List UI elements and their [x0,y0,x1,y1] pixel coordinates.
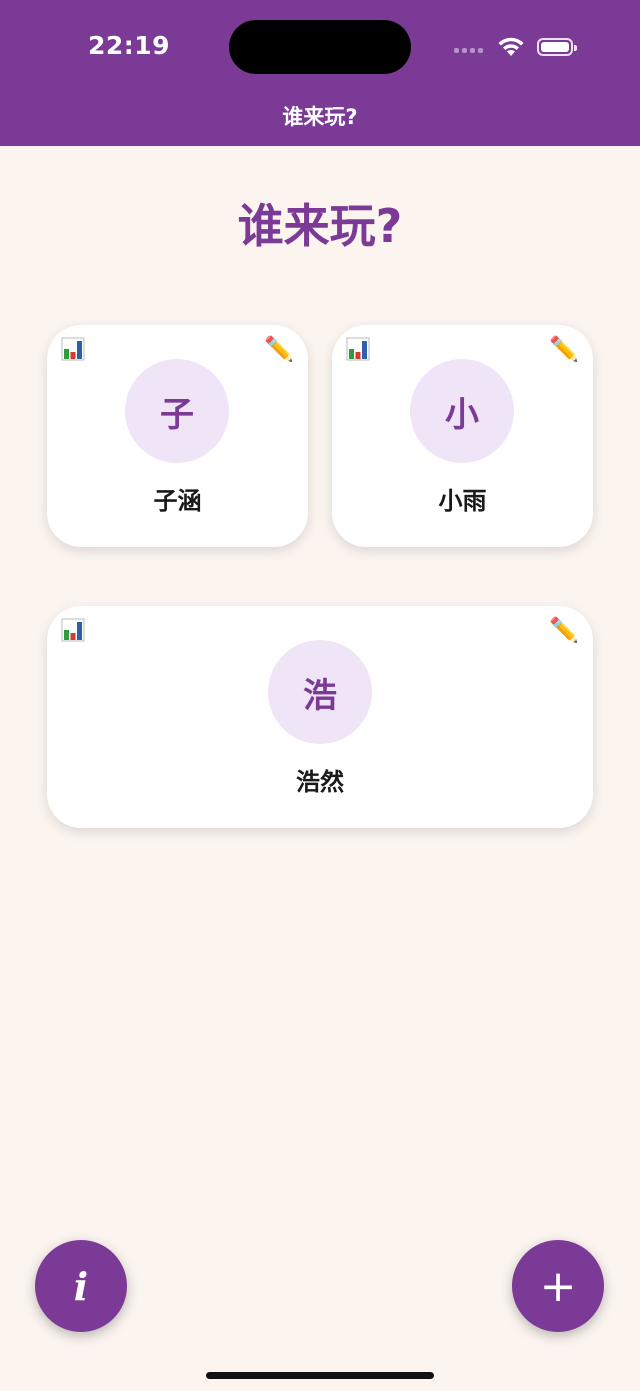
player-name: 浩然 [296,768,344,796]
page-heading: 谁来玩? [237,199,403,253]
nav-title: 谁来玩? [282,105,358,129]
player-card[interactable]: ✏️ 小 小雨 [332,325,593,547]
cellular-signal-icon [454,48,483,53]
player-card[interactable]: ✏️ 子 子涵 [47,325,308,547]
home-indicator [206,1372,434,1379]
avatar: 浩 [268,640,372,744]
avatar: 子 [125,359,229,463]
avatar: 小 [410,359,514,463]
dynamic-island [229,20,411,74]
wifi-icon [498,37,524,56]
pencil-icon[interactable]: ✏️ [549,616,579,644]
bar-chart-icon[interactable] [61,337,85,361]
player-card[interactable]: ✏️ 浩 浩然 [47,606,593,828]
status-time: 22:19 [88,31,171,60]
bar-chart-icon[interactable] [346,337,370,361]
player-name: 小雨 [438,487,487,515]
top-bar: 22:19 谁来玩? [0,0,640,146]
bar-chart-icon[interactable] [61,618,85,642]
player-name: 子涵 [153,487,202,515]
battery-icon [537,38,577,56]
info-button[interactable]: i [35,1240,127,1332]
pencil-icon[interactable]: ✏️ [549,335,579,363]
pencil-icon[interactable]: ✏️ [264,335,294,363]
add-player-button[interactable]: + [512,1240,604,1332]
